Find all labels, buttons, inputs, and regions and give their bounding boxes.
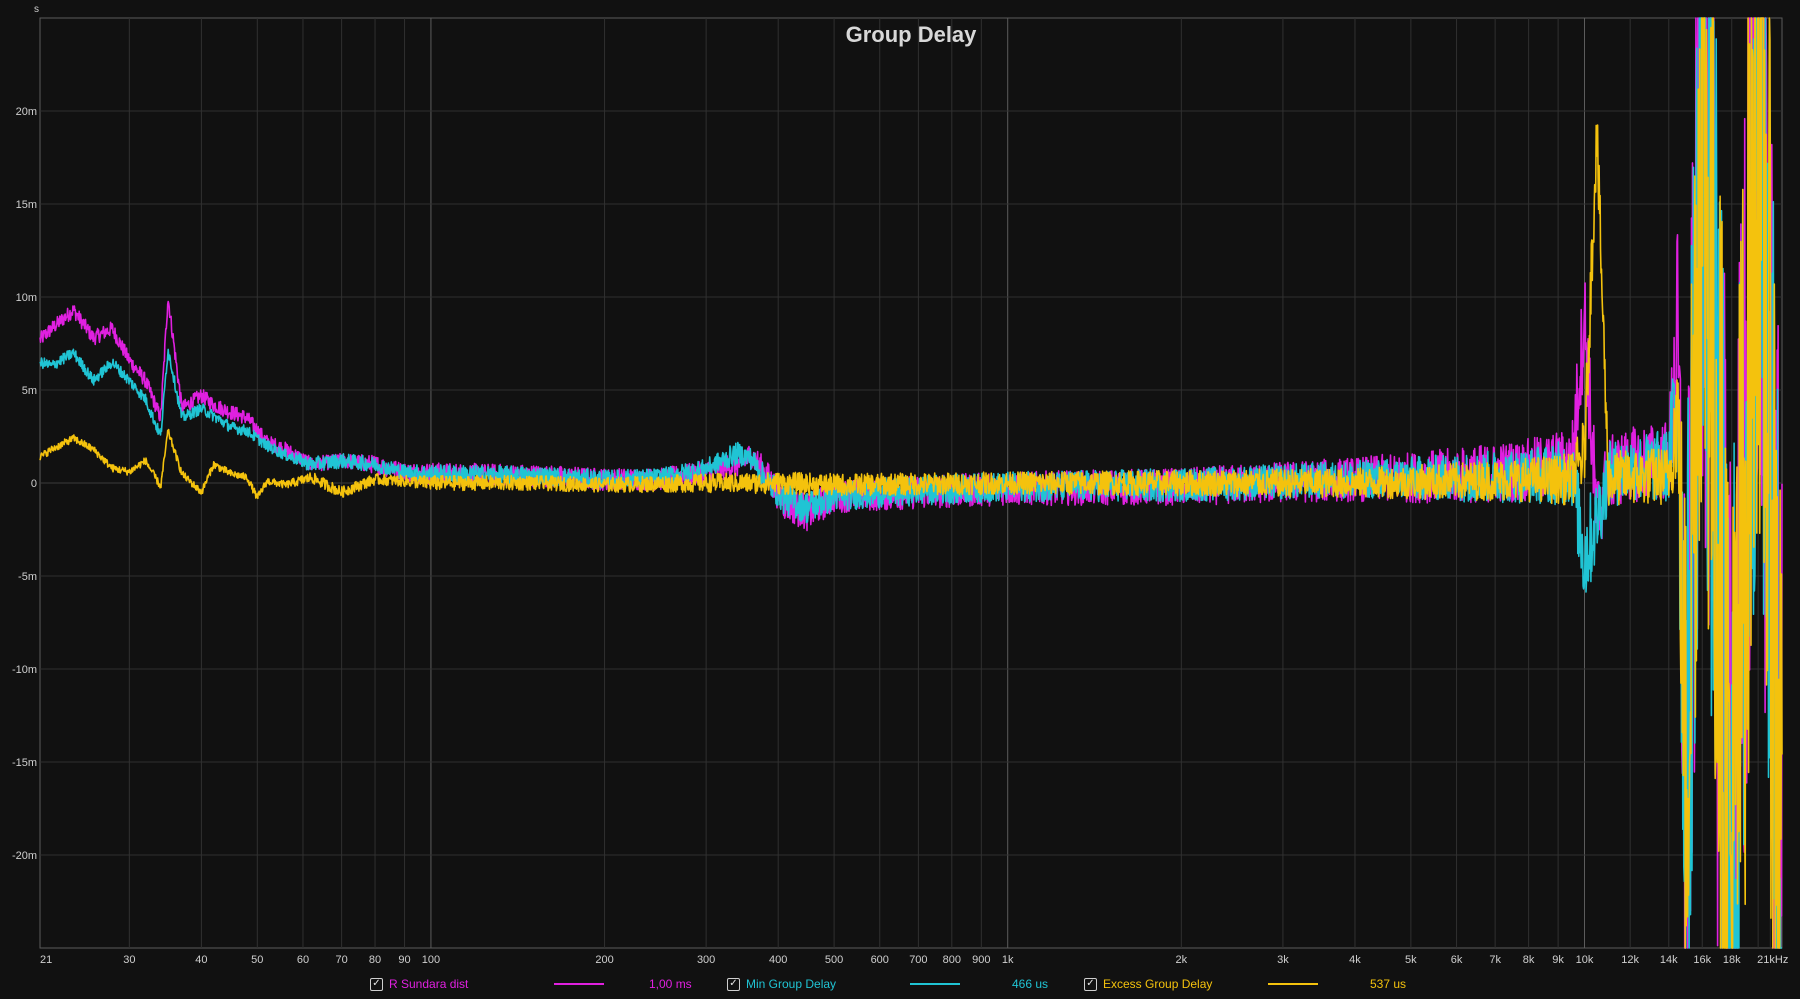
x-tick-label: 2k bbox=[1176, 954, 1188, 966]
y-axis-unit-label: s bbox=[34, 4, 39, 15]
x-tick-label: 6k bbox=[1451, 954, 1463, 966]
legend-value-min-group-delay: 466 us bbox=[1012, 977, 1049, 991]
y-tick-label: -15m bbox=[12, 757, 37, 769]
x-tick-label: 9k bbox=[1552, 954, 1564, 966]
legend-item-min-group-delay[interactable]: ✓ Min Group Delay bbox=[727, 974, 836, 994]
x-tick-label: 900 bbox=[972, 954, 990, 966]
checkbox-icon[interactable]: ✓ bbox=[370, 977, 383, 991]
legend-label: Min Group Delay bbox=[746, 977, 837, 991]
y-tick-label: -10m bbox=[12, 664, 37, 676]
x-tick-label: 10k bbox=[1576, 954, 1594, 966]
x-tick-label: 700 bbox=[909, 954, 927, 966]
x-tick-label: 1k bbox=[1002, 954, 1014, 966]
x-tick-label: 8k bbox=[1523, 954, 1535, 966]
checkbox-icon[interactable]: ✓ bbox=[727, 977, 740, 991]
x-tick-label: 4k bbox=[1349, 954, 1361, 966]
x-tick-label: 600 bbox=[871, 954, 889, 966]
x-tick-label: 70 bbox=[335, 954, 347, 966]
x-tick-label: 300 bbox=[697, 954, 715, 966]
y-tick-label: 0 bbox=[31, 478, 37, 490]
x-tick-label: 80 bbox=[369, 954, 381, 966]
legend-swatch-excess-group-delay bbox=[1268, 983, 1318, 985]
x-tick-label: 200 bbox=[595, 954, 613, 966]
legend: ✓ R Sundara dist 1,00 ms ✓ Min Group Del… bbox=[0, 972, 1800, 996]
group-delay-chart: 20m 15m 10m 5m 0 -5m -10m -15m -20m 21 30 40 50 60 70 8… bbox=[0, 0, 1800, 970]
legend-item-excess-group-delay[interactable]: ✓ Excess Group Delay bbox=[1084, 974, 1212, 994]
x-tick-label: 50 bbox=[251, 954, 263, 966]
x-tick-label: 7k bbox=[1489, 954, 1501, 966]
legend-item-r-sundara-dist[interactable]: ✓ R Sundara dist bbox=[370, 974, 468, 994]
x-tick-label: 60 bbox=[297, 954, 309, 966]
x-tick-label: 21 bbox=[40, 954, 52, 966]
x-tick-label: 12k bbox=[1621, 954, 1639, 966]
x-tick-label: 3k bbox=[1277, 954, 1289, 966]
legend-label: R Sundara dist bbox=[389, 977, 469, 991]
x-tick-label: 500 bbox=[825, 954, 843, 966]
legend-swatch-r-sundara-dist bbox=[554, 983, 604, 985]
chart-title: Group Delay bbox=[846, 22, 978, 47]
y-tick-label: 15m bbox=[16, 199, 37, 211]
x-tick-label: 90 bbox=[398, 954, 410, 966]
x-tick-label: 14k bbox=[1660, 954, 1678, 966]
y-tick-label: 10m bbox=[16, 292, 37, 304]
x-tick-label: 16k bbox=[1693, 954, 1711, 966]
y-tick-label: -20m bbox=[12, 850, 37, 862]
x-tick-label: 800 bbox=[943, 954, 961, 966]
x-tick-label: 400 bbox=[769, 954, 787, 966]
y-tick-label: -5m bbox=[18, 571, 37, 583]
y-tick-label: 20m bbox=[16, 106, 37, 118]
x-tick-label: 5k bbox=[1405, 954, 1417, 966]
y-tick-label: 5m bbox=[22, 385, 37, 397]
x-tick-label: 30 bbox=[123, 954, 135, 966]
legend-value-excess-group-delay: 537 us bbox=[1370, 977, 1407, 991]
x-tick-label: 40 bbox=[195, 954, 207, 966]
x-tick-label: 100 bbox=[422, 954, 440, 966]
x-tick-label: 18k bbox=[1723, 954, 1741, 966]
legend-swatch-min-group-delay bbox=[910, 983, 960, 985]
legend-label: Excess Group Delay bbox=[1103, 977, 1213, 991]
checkbox-icon[interactable]: ✓ bbox=[1084, 977, 1097, 991]
x-tick-label: 21kHz bbox=[1757, 954, 1788, 966]
legend-value-r-sundara-dist: 1,00 ms bbox=[649, 977, 692, 991]
